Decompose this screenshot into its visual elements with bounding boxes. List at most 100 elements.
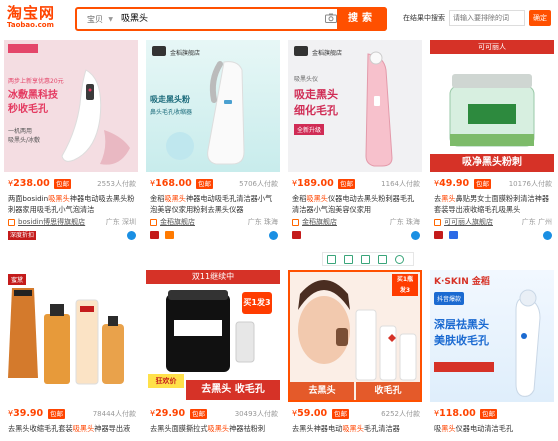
wangwang-chat-icon[interactable] [411,231,420,240]
share-icon[interactable] [378,255,387,264]
free-shipping-badge: 包邮 [48,409,65,419]
sold-count: 30493人付款 [234,410,278,418]
guarantee-icon [164,231,174,239]
tmall-icon [150,231,159,239]
price-row: ¥238.00 包邮 2553人付款 [8,178,136,190]
sold-count: 78444人付款 [92,410,136,418]
product-image[interactable]: 金稻旗舰店 吸黑头仪 吸走黑头 细化毛孔 全新升级 [288,40,422,172]
products-illustration [8,288,124,385]
free-shipping-badge: 包邮 [480,409,497,419]
top-header: 淘宝网 Taobao.com 宝贝 ▼ 搜索 在结果中搜索 确定 [0,0,558,37]
free-shipping-badge: 包邮 [338,179,355,189]
product-card[interactable]: 两步上新享优惠20元 冰敷黑科技 秒收毛孔 一机两用 吸黑头/冰敷 ¥238.0… [4,40,138,245]
shop-icon [292,219,299,226]
headline-text: 去黑头 收毛孔 [186,380,280,400]
free-shipping-badge: 包邮 [54,179,71,189]
product-image[interactable]: 买1瓶 发3 去黑头 收毛孔 [288,270,422,402]
free-shipping-badge: 包邮 [196,179,213,189]
product-title[interactable]: 吸黑头仪器电动清洁毛孔 [434,423,552,434]
product-image[interactable]: 蜜黛 [4,270,138,402]
product-image[interactable]: K·SKIN 金稻 抖音爆款 深层祛黑头 美肤收毛孔 [430,270,554,402]
search-scope-select[interactable]: 宝贝 ▼ [81,12,115,27]
price: ¥29.90 [150,408,186,419]
shop-link[interactable]: 金稻旗舰店 [302,217,337,228]
product-card[interactable]: 金稻旗舰店 吸走黑头粉 鼻头毛孔收缩器 ¥168.00 包邮 5706人付款 金… [146,40,280,245]
free-shipping-badge: 包邮 [190,409,207,419]
price: ¥189.00 [292,178,334,189]
sold-count: 10176人付款 [508,180,552,188]
shop-icon [150,219,157,226]
shop-icon [8,219,15,226]
product-card[interactable]: 蜜黛 ¥39.90 包邮 78444人付款 去黑头收缩毛孔套装吸黑头神器导出液鼻… [4,270,138,441]
product-title[interactable]: 去黑头鼻贴男女士面膜粉刺清洁神器套装导出液收缩毛孔吸黑头 [434,193,552,215]
buy-tag: 发3 [392,285,418,296]
product-image[interactable]: 可可丽人 吸净黑头粉刺 [430,40,554,172]
shop-row: 金稻旗舰店 广东 珠海 [292,217,420,228]
free-shipping-badge: 包邮 [474,179,491,189]
product-image[interactable]: 金稻旗舰店 吸走黑头粉 鼻头毛孔收缩器 [146,40,280,172]
camera-icon[interactable] [325,13,337,23]
product-card[interactable]: 可可丽人 吸净黑头粉刺 ¥49.90 包邮 10176人付款 去黑头鼻贴男女士面… [430,40,554,245]
headline-text: 收毛孔 [356,382,420,400]
device-illustration [434,289,541,397]
tmall-icon [434,231,443,239]
shop-icon [434,219,441,226]
deep-discount-tag: 深度折扣 [8,231,37,240]
service-icons [292,231,420,241]
price-row: ¥168.00 包邮 5706人付款 [150,178,278,190]
confirm-button[interactable]: 确定 [529,10,551,26]
price: ¥118.00 [434,408,476,419]
price-row: ¥189.00 包邮 1164人付款 [292,178,420,190]
logo-subtext: Taobao.com [7,21,54,29]
wangwang-chat-icon[interactable] [127,231,136,240]
buy-tag: 买1发3 [242,292,272,314]
wangwang-chat-icon[interactable] [543,231,552,240]
wangwang-chat-icon[interactable] [269,231,278,240]
guarantee-icon [448,231,458,239]
product-card[interactable]: 买1瓶 发3 去黑头 收毛孔 ¥59.00 包邮 6252人付款 去黑头神器电动… [288,270,422,441]
price: ¥39.90 [8,408,44,419]
exclude-word-input[interactable] [449,10,525,26]
buy-tag: 买1瓶 [392,274,418,285]
device-illustration [166,61,245,165]
product-title[interactable]: 金稻吸黑头神器电动吸毛孔清洁器小气泡美容仪家用粉刺去黑头仪器 [150,193,278,215]
product-card[interactable]: 双11继续中 买1发3 狂欢价 去黑头 收毛孔 ¥29.90 包邮 30493人… [146,270,280,441]
product-card[interactable]: K·SKIN 金稻 抖音爆款 深层祛黑头 美肤收毛孔 ¥118.00 包邮 吸黑… [430,270,554,441]
product-image[interactable]: 两步上新享优惠20元 冰敷黑科技 秒收毛孔 一机两用 吸黑头/冰敷 [4,40,138,172]
search-button[interactable]: 搜索 [337,7,387,31]
product-title[interactable]: 两面bosidin吸黑头神器电动吸去黑头粉刺器家用吸毛孔小气泡清洁 [8,193,136,215]
shop-link[interactable]: 金稻旗舰店 [160,217,195,228]
taobao-logo[interactable]: 淘宝网 Taobao.com [7,5,65,33]
product-title[interactable]: 去黑头面膜撕拉式吸黑头神器祛粉刺 [150,423,278,434]
device-illustration [365,51,393,167]
service-icons [150,231,278,241]
sold-count: 1164人付款 [381,180,420,188]
similar-items-toolbar [322,252,414,266]
product-card[interactable]: 金稻旗舰店 吸黑头仪 吸走黑头 细化毛孔 全新升级 ¥189.00 包邮 116… [288,40,422,245]
price: ¥49.90 [434,178,470,189]
logo-text: 淘宝网 [7,4,56,22]
product-title[interactable]: 金稻吸黑头仪器电动去黑头粉刺器毛孔清洁器小气泡美容仪家用 [292,193,420,215]
product-image[interactable]: 双11继续中 买1发3 狂欢价 去黑头 收毛孔 [146,270,280,402]
shop-link[interactable]: bosidin博思得旗舰店 [18,217,85,228]
free-shipping-badge: 包邮 [332,409,349,419]
similar-icon[interactable] [327,255,336,264]
within-results-label: 在结果中搜索 [403,14,445,22]
headline-text: 吸净黑头粉刺 [430,154,554,172]
product-title[interactable]: 去黑头收缩毛孔套装吸黑头神器导出液鼻贴清洁男女士 [8,423,136,434]
price-row: ¥59.00 包邮 6252人付款 [292,408,420,420]
price-row: ¥39.90 包邮 78444人付款 [8,408,136,420]
price-row: ¥49.90 包邮 10176人付款 [434,178,552,190]
shop-link[interactable]: 可可丽人旗舰店 [444,217,493,228]
find-similar-icon[interactable] [361,255,370,264]
search-bar: 宝贝 ▼ 搜索 [75,7,387,31]
location: 广东 深圳 [105,218,136,226]
price: ¥168.00 [150,178,192,189]
search-input[interactable] [121,12,321,27]
product-title[interactable]: 去黑头神器电动吸黑头毛孔清洁器 [292,423,420,434]
service-icons [434,231,552,241]
location: 广东 珠海 [247,218,278,226]
settings-icon[interactable] [395,255,404,264]
expand-icon[interactable] [344,255,353,264]
sold-count: 6252人付款 [381,410,420,418]
